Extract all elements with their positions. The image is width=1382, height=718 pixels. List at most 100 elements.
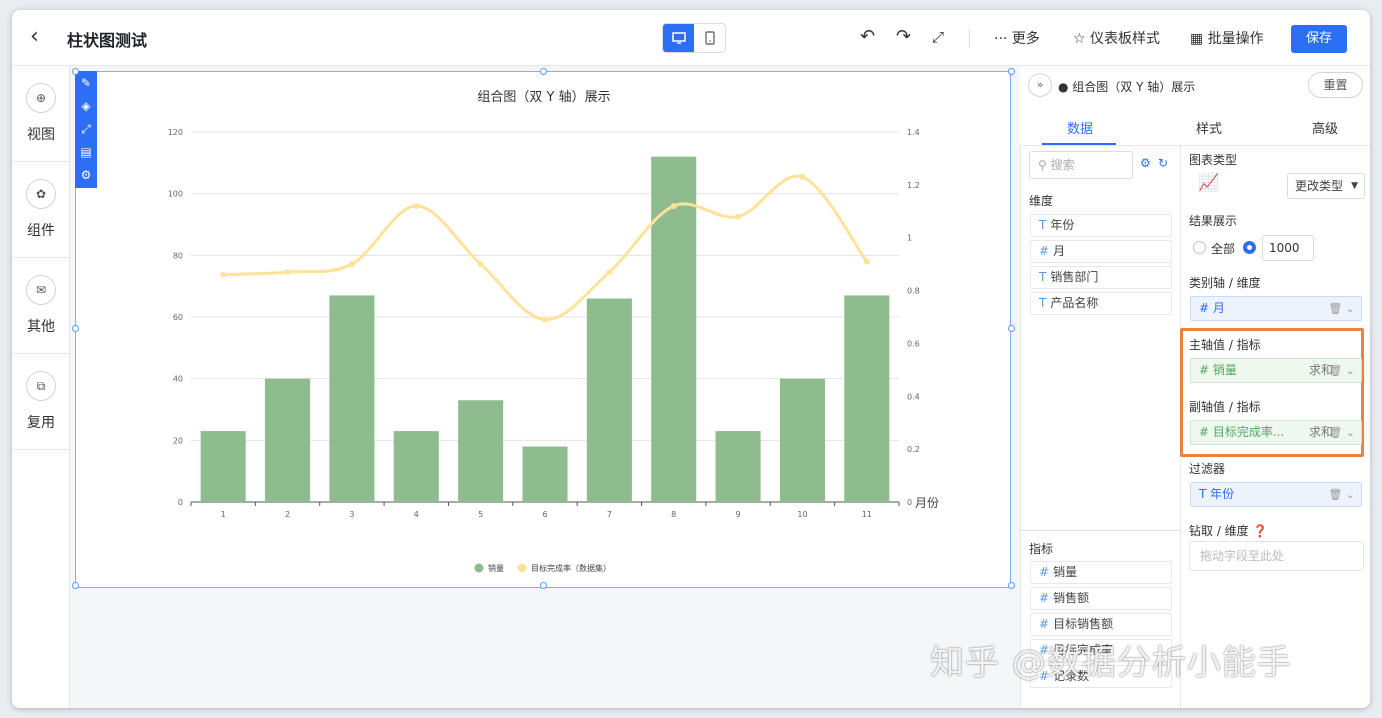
x-axis-tick: 7 [607, 510, 612, 519]
field-type: # [1039, 244, 1050, 258]
x-axis-tick: 2 [285, 510, 290, 519]
radio-all[interactable] [1193, 241, 1206, 254]
primary-axis-label: 主轴值 / 指标 [1189, 338, 1261, 352]
fullscreen-icon[interactable]: ⤢ [932, 28, 944, 46]
right-axis-tick: 1.2 [907, 181, 920, 190]
panel-splitter[interactable] [1020, 530, 1180, 531]
line-point [542, 316, 548, 323]
top-toolbar: ‹ 柱状图测试 ↶ ↷ ⤢ ··· 更多 ☆ 仪表板样式 ▦ 批量操作 保存 [12, 10, 1370, 66]
x-axis-tick: 3 [349, 510, 354, 519]
limit-input[interactable]: 1000 [1262, 235, 1314, 261]
app-window: ‹ 柱状图测试 ↶ ↷ ⤢ ··· 更多 ☆ 仪表板样式 ▦ 批量操作 保存 ⊕… [12, 10, 1370, 708]
field-name: 产品名称 [1050, 296, 1099, 310]
radio-limit[interactable] [1243, 241, 1256, 254]
grid-icon: ▦ [1190, 31, 1208, 47]
line-point [284, 269, 291, 276]
bar [586, 298, 632, 502]
reset-button[interactable]: 重置 [1308, 72, 1363, 98]
secondary-axis-label: 副轴值 / 指标 [1189, 400, 1261, 414]
sidebar-item-component[interactable]: ✿ 组件 [12, 162, 70, 258]
tab-advanced[interactable]: 高级 [1312, 118, 1338, 137]
left-axis-tick: 100 [168, 190, 183, 199]
sidebar-item-label: 复用 [27, 415, 55, 431]
help-icon[interactable]: ❓ [1249, 524, 1268, 538]
collapse-icon[interactable]: » [1028, 73, 1052, 97]
search-input[interactable]: ⚲ 搜索 [1029, 151, 1133, 179]
settings-icon[interactable]: ⚙ [1140, 156, 1151, 170]
sidebar-item-view[interactable]: ⊕ 视图 [12, 66, 70, 162]
batch-operation-button[interactable]: ▦ 批量操作 [1190, 28, 1264, 48]
filter-field[interactable]: T 年份 🗑 ⌄ [1190, 482, 1362, 507]
measure-field-sales[interactable]: # 销量 [1030, 561, 1172, 584]
resize-handle[interactable] [1008, 325, 1015, 332]
mobile-view-button[interactable] [694, 24, 725, 52]
active-tab-indicator [1042, 143, 1116, 145]
x-axis-tick: 11 [862, 510, 872, 519]
undo-icon[interactable]: ↶ [860, 26, 875, 47]
change-type-label: 更改类型 [1295, 179, 1344, 193]
resize-handle[interactable] [540, 582, 547, 589]
measure-section-label: 指标 [1029, 542, 1054, 556]
chart-widget[interactable]: 组合图（双 Y 轴）展示 0 20 40 60 80 100 120 0 0.2 0.4 0.6 0.… [75, 71, 1011, 588]
gear-icon[interactable]: ⚙ [78, 167, 94, 183]
trash-chevron-icon[interactable]: 🗑 ⌄ [1328, 483, 1355, 506]
bar [715, 431, 761, 502]
layers-icon[interactable]: ◈ [78, 98, 94, 114]
chevron-left-icon[interactable]: ‹ [30, 24, 39, 49]
secondary-axis-field[interactable]: # 目标完成率... 求和 🗑 ⌄ [1190, 420, 1362, 445]
left-axis-tick: 40 [173, 375, 183, 384]
measure-field-target[interactable]: # 目标销售额 [1030, 613, 1172, 636]
trash-chevron-icon[interactable]: 🗑 ⌄ [1328, 421, 1355, 444]
sidebar-item-reuse[interactable]: ⧉ 复用 [12, 354, 70, 450]
field-name: # 销量 [1199, 363, 1237, 377]
redo-icon[interactable]: ↷ [896, 26, 911, 47]
legend-marker-sales [474, 563, 484, 573]
line-point [477, 261, 484, 268]
search-placeholder: 搜索 [1050, 158, 1075, 172]
legend-label: 目标完成率（数据集） [531, 563, 611, 573]
sidebar-item-other[interactable]: ✉ 其他 [12, 258, 70, 354]
sidebar-item-label: 视图 [27, 127, 55, 143]
dimension-field-month[interactable]: # 月 [1030, 240, 1172, 263]
edit-icon[interactable]: ✎ [78, 75, 94, 91]
desktop-view-button[interactable] [663, 24, 694, 52]
resize-handle[interactable] [72, 68, 79, 75]
data-icon[interactable]: ▤ [78, 144, 94, 160]
refresh-icon[interactable]: ↻ [1158, 156, 1168, 170]
legend-label: 销量 [488, 563, 504, 573]
trash-chevron-icon[interactable]: 🗑 ⌄ [1328, 297, 1355, 320]
chart-type-label: 图表类型 [1189, 153, 1238, 167]
bar [393, 431, 439, 502]
trash-chevron-icon[interactable]: 🗑 ⌄ [1328, 359, 1355, 382]
dimension-field-product[interactable]: T 产品名称 [1030, 292, 1172, 315]
combo-chart: 0 20 40 60 80 100 120 0 0.2 0.4 0.6 0.8 1 1.2 1.4 月份 1 2 3… [168, 128, 939, 573]
field-name: 目标销售额 [1053, 617, 1114, 631]
change-type-select[interactable]: 更改类型 ▼ [1287, 173, 1365, 199]
sidebar-item-label: 组件 [27, 223, 55, 239]
drill-label-text: 钻取 / 维度 [1189, 524, 1249, 538]
save-button[interactable]: 保存 [1291, 25, 1347, 53]
expand-icon[interactable]: ⤢ [78, 121, 94, 137]
resize-handle[interactable] [72, 325, 79, 332]
primary-axis-field[interactable]: # 销量 求和 🗑 ⌄ [1190, 358, 1362, 383]
measure-field-revenue[interactable]: # 销售额 [1030, 587, 1172, 610]
tab-style[interactable]: 样式 [1196, 118, 1222, 137]
bar [265, 378, 311, 502]
phone-icon [704, 31, 715, 45]
tab-data[interactable]: 数据 [1067, 118, 1093, 137]
dimension-field-dept[interactable]: T 销售部门 [1030, 266, 1172, 289]
dashboard-canvas: 组合图（双 Y 轴）展示 0 20 40 60 80 100 120 0 0.2 0.4 0.6 0.… [70, 66, 1020, 708]
drill-drop-zone[interactable]: 拖动字段至此处 [1189, 541, 1364, 571]
category-axis-field[interactable]: # 月 🗑 ⌄ [1190, 296, 1362, 321]
dimension-field-year[interactable]: T 年份 [1030, 214, 1172, 237]
more-button[interactable]: ··· 更多 [994, 28, 1040, 48]
combo-chart-icon[interactable]: 📈 [1198, 173, 1219, 193]
field-type: # [1039, 617, 1050, 631]
dashboard-style-button[interactable]: ☆ 仪表板样式 [1073, 28, 1160, 48]
resize-handle[interactable] [1008, 582, 1015, 589]
right-axis-tick: 1 [907, 234, 912, 243]
resize-handle[interactable] [540, 68, 547, 75]
line-point [413, 203, 420, 209]
resize-handle[interactable] [1008, 68, 1015, 75]
resize-handle[interactable] [72, 582, 79, 589]
